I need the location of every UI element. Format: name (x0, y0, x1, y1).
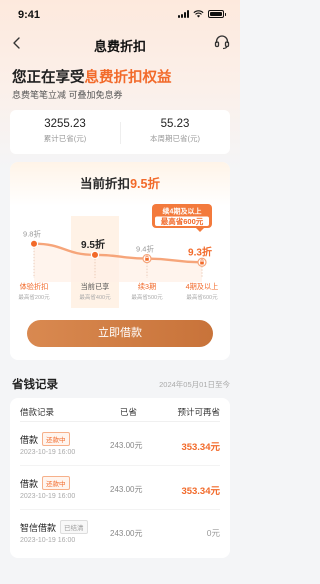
bubble-line-2: 最高省600元 (161, 216, 204, 226)
record-name: 借款 (20, 478, 39, 489)
stat-cycle-saved: 55.23 本周期已省(元) (150, 118, 200, 143)
discount-tier-chart: 9.8折体验折扣最高省200元9.5折当前已享最高省400元9.4折续3期最高省… (18, 204, 219, 308)
value-label: 9.3折 (188, 245, 212, 258)
wifi-icon (193, 10, 204, 18)
customer-service-icon[interactable] (213, 33, 231, 51)
record-expected-save: 353.34元 (181, 486, 220, 497)
record-name: 借款 (20, 434, 39, 445)
status-time: 9:41 (18, 9, 41, 21)
nav-bar: 息费折扣 (0, 30, 240, 56)
record-status-badge: 还款中 (42, 432, 70, 446)
records-header: 借款记录 已省 预计可再省 (10, 398, 230, 422)
discount-page: 9:41 息费折扣 您正在享受息费折扣权益 息费笔笔立减 可叠加免息券 3255… (0, 0, 240, 584)
record-saved: 243.00元 (110, 441, 143, 450)
tier-note: 最高省500元 (131, 293, 163, 301)
record-row[interactable]: 借款 还款中 2023-10-19 16:00 243.00元 353.34元 (10, 422, 230, 466)
savings-stats-card: 3255.23 累计已省(元) 55.23 本周期已省(元) (10, 110, 230, 154)
records-card: 借款记录 已省 预计可再省 借款 还款中 2023-10-19 16:00 243.0… (10, 398, 230, 558)
tier-note: 最高省200元 (18, 293, 50, 301)
hero-title-highlight: 息费折扣权益 (84, 70, 172, 86)
value-label: 9.5折 (81, 238, 105, 251)
record-date: 2023-10-19 16:00 (20, 449, 76, 456)
signal-icon (178, 10, 189, 18)
data-point (29, 239, 39, 248)
record-status-badge: 已结清 (60, 520, 88, 534)
record-row[interactable]: 智信借款 已结清 2023-10-19 16:00 243.00元 0元 (10, 510, 230, 554)
lock-icon (145, 257, 149, 261)
value-label: 9.8折 (23, 229, 41, 239)
tier-label: 当前已享 (81, 282, 110, 291)
record-expected-save: 353.34元 (181, 442, 220, 453)
tier-label: 4期及以上 (186, 282, 219, 291)
discount-card: 当前折扣9.5折 9.8折 体验折扣 最高省200元 9.5折 当前已享 最高省400元 9… (10, 162, 230, 360)
battery-icon (208, 10, 226, 18)
bubble-tail (196, 228, 204, 232)
record-saved: 243.00元 (110, 485, 143, 494)
hero-title: 您正在享受息费折扣权益 (12, 70, 172, 86)
stat-total-saved: 3255.23 累计已省(元) (43, 118, 87, 143)
record-status-badge: 还款中 (42, 476, 70, 490)
value-label: 9.4折 (136, 244, 154, 254)
record-saved: 243.00元 (110, 529, 143, 538)
record-date: 2023-10-19 16:00 (20, 537, 76, 544)
record-name: 智信借款 (20, 522, 57, 533)
tier-note: 最高省600元 (186, 293, 218, 301)
record-row[interactable]: 借款 还款中 2023-10-19 16:00 243.00元 353.34元 (10, 466, 230, 510)
record-expected-save: 0元 (206, 528, 220, 538)
tier-label: 体验折扣 (20, 282, 49, 291)
page-title: 息费折扣 (93, 39, 146, 54)
record-date: 2023-10-19 16:00 (20, 493, 76, 500)
status-bar: 9:41 (0, 0, 240, 30)
tier-label: 续3期 (138, 282, 156, 291)
tier-note: 最高省400元 (79, 293, 111, 301)
lock-icon (200, 261, 204, 265)
records-date-range: 2024年05月01日至今 (159, 380, 230, 389)
bubble-line-1: 续4期及以上 (163, 207, 202, 216)
records-title: 省钱记录 (12, 379, 58, 391)
data-point (90, 250, 100, 260)
borrow-now-button[interactable]: 立即借款 (27, 320, 213, 347)
hero-subtitle: 息费笔笔立减 可叠加免息券 (12, 90, 123, 100)
